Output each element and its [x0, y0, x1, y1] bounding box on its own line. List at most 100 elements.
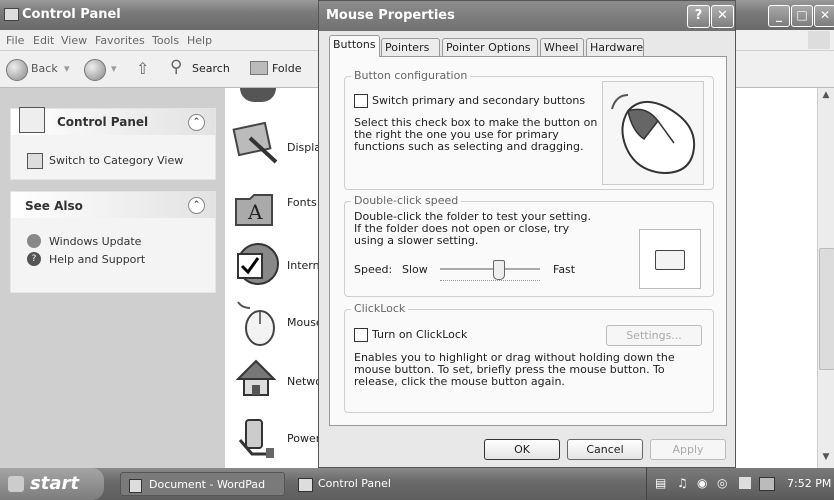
fonts-folder-icon: A: [235, 194, 273, 226]
double-click-speed-slider[interactable]: [440, 258, 540, 282]
folders-label: Folde: [272, 62, 302, 75]
group-legend: Double-click speed: [351, 194, 462, 207]
panel-header: See Also ⌃: [11, 192, 215, 218]
security-icon[interactable]: ◉: [697, 476, 707, 490]
control-panel-icon: [298, 478, 313, 492]
cancel-button[interactable]: Cancel: [567, 439, 643, 460]
slow-label: Slow: [402, 263, 428, 276]
wordpad-icon: [129, 479, 142, 493]
folders-button[interactable]: Folde: [250, 59, 320, 79]
collapse-icon[interactable]: ⌃: [188, 197, 205, 214]
close-button[interactable]: ✕: [814, 5, 834, 27]
menu-tools[interactable]: Tools: [152, 34, 179, 47]
checkbox-label: Switch primary and secondary buttons: [372, 94, 586, 107]
maximize-button[interactable]: □: [791, 5, 813, 27]
help-and-support-link[interactable]: Help and Support: [49, 253, 145, 266]
clicklock-checkbox[interactable]: [354, 328, 368, 342]
taskbar-item-control-panel[interactable]: Control Panel: [292, 472, 457, 496]
menu-view[interactable]: View: [61, 34, 87, 47]
scroll-down-icon[interactable]: ▼: [819, 452, 833, 466]
clicklock-description: Enables you to highlight or drag without…: [354, 351, 675, 388]
group-legend: ClickLock: [351, 302, 409, 315]
up-folder-button[interactable]: ⇧: [134, 59, 156, 79]
folder-icon: [655, 250, 685, 270]
help-button[interactable]: ?: [687, 5, 710, 28]
tab-pointers[interactable]: Pointers: [381, 38, 440, 56]
vertical-scrollbar[interactable]: ▲ ▼: [817, 88, 834, 468]
switch-category-view-link[interactable]: Switch to Category View: [49, 154, 183, 167]
cp-item-label: Intern: [287, 259, 320, 272]
network-icon[interactable]: ▤: [655, 476, 666, 490]
double-click-speed-group: Double-click speed Double-click the fold…: [344, 194, 714, 297]
cp-item-label: Fonts: [287, 196, 317, 209]
back-label: Back: [31, 62, 58, 75]
minimize-button[interactable]: _: [768, 5, 790, 27]
tab-pointer-options[interactable]: Pointer Options: [442, 38, 538, 56]
switch-view-icon: [27, 153, 43, 169]
ok-button[interactable]: OK: [484, 439, 560, 460]
windows-flag-icon: [8, 476, 24, 492]
internet-options-icon: [237, 243, 279, 285]
keyboard-icon[interactable]: [759, 477, 775, 491]
double-click-description: Double-click the folder to test your set…: [354, 210, 592, 247]
apply-button[interactable]: Apply: [650, 439, 726, 460]
clicklock-group: ClickLock Turn on ClickLock Settings... …: [344, 302, 714, 413]
start-button[interactable]: start: [0, 468, 104, 500]
checkbox-label: Turn on ClickLock: [372, 328, 468, 341]
clicklock-settings-button[interactable]: Settings...: [606, 325, 702, 346]
svg-text:A: A: [247, 200, 263, 224]
task-label: Control Panel: [318, 477, 391, 490]
mouse-properties-dialog: Mouse Properties ? ✕ Buttons Pointers Po…: [318, 0, 736, 468]
fast-label: Fast: [553, 263, 576, 276]
tab-hardware[interactable]: Hardware: [586, 38, 644, 56]
tray-app-icon[interactable]: [739, 477, 751, 489]
slider-track: [440, 268, 540, 271]
see-also-title: See Also: [25, 199, 83, 213]
taskbar-item-wordpad[interactable]: Document - WordPad: [120, 472, 285, 496]
windows-update-link[interactable]: Windows Update: [49, 235, 141, 248]
slider-thumb[interactable]: [493, 260, 505, 280]
volume-icon[interactable]: ♫: [677, 476, 688, 490]
chevron-down-icon: ▾: [64, 62, 70, 75]
window-title: Control Panel: [22, 7, 121, 22]
windows-update-icon: [27, 234, 41, 248]
search-button[interactable]: ⚲ Search: [170, 57, 246, 79]
system-tray: ▤ ♫ ◉ ◎ 7:52 PM: [646, 468, 834, 500]
slider-ticks: [440, 280, 540, 282]
task-label: Document - WordPad: [149, 478, 266, 491]
button-config-description: Select this check box to make the button…: [354, 116, 598, 153]
up-folder-icon: ⇧: [136, 59, 150, 78]
back-button[interactable]: Back ▾: [6, 59, 76, 81]
menu-file[interactable]: File: [6, 34, 24, 47]
clock[interactable]: 7:52 PM: [787, 477, 831, 490]
dialog-titlebar[interactable]: Mouse Properties ? ✕: [319, 1, 735, 31]
network-connections-icon: [235, 359, 277, 396]
help-icon: ?: [27, 252, 41, 266]
test-folder-area[interactable]: [639, 229, 701, 289]
control-panel-task-panel: Control Panel ⌃ Switch to Category View: [10, 107, 216, 180]
collapse-icon[interactable]: ⌃: [188, 114, 205, 131]
power-options-icon: [238, 419, 274, 458]
task-pane: Control Panel ⌃ Switch to Category View …: [0, 88, 225, 468]
scroll-up-icon[interactable]: ▲: [819, 90, 833, 104]
menu-favorites[interactable]: Favorites: [95, 34, 145, 47]
tab-wheel[interactable]: Wheel: [540, 38, 584, 56]
switch-buttons-checkbox[interactable]: [354, 94, 368, 108]
dialog-title: Mouse Properties: [326, 8, 455, 23]
display-icon: [232, 121, 278, 164]
menu-help[interactable]: Help: [187, 34, 212, 47]
scroll-thumb[interactable]: [819, 248, 834, 370]
search-label: Search: [192, 62, 230, 75]
update-icon[interactable]: ◎: [717, 476, 727, 490]
tab-buttons[interactable]: Buttons: [329, 35, 380, 57]
control-panel-large-icon: [19, 107, 45, 133]
mouse-illustration-icon: [602, 81, 704, 185]
dialog-close-button[interactable]: ✕: [711, 5, 734, 28]
chevron-down-icon: ▾: [111, 62, 117, 75]
speed-label: Speed:: [354, 263, 393, 276]
taskbar: start Document - WordPad Control Panel ▤…: [0, 468, 834, 500]
panel-header: Control Panel ⌃: [11, 107, 215, 135]
forward-button[interactable]: ▾: [84, 59, 124, 81]
cp-item-label: Power: [287, 432, 321, 445]
menu-edit[interactable]: Edit: [33, 34, 54, 47]
